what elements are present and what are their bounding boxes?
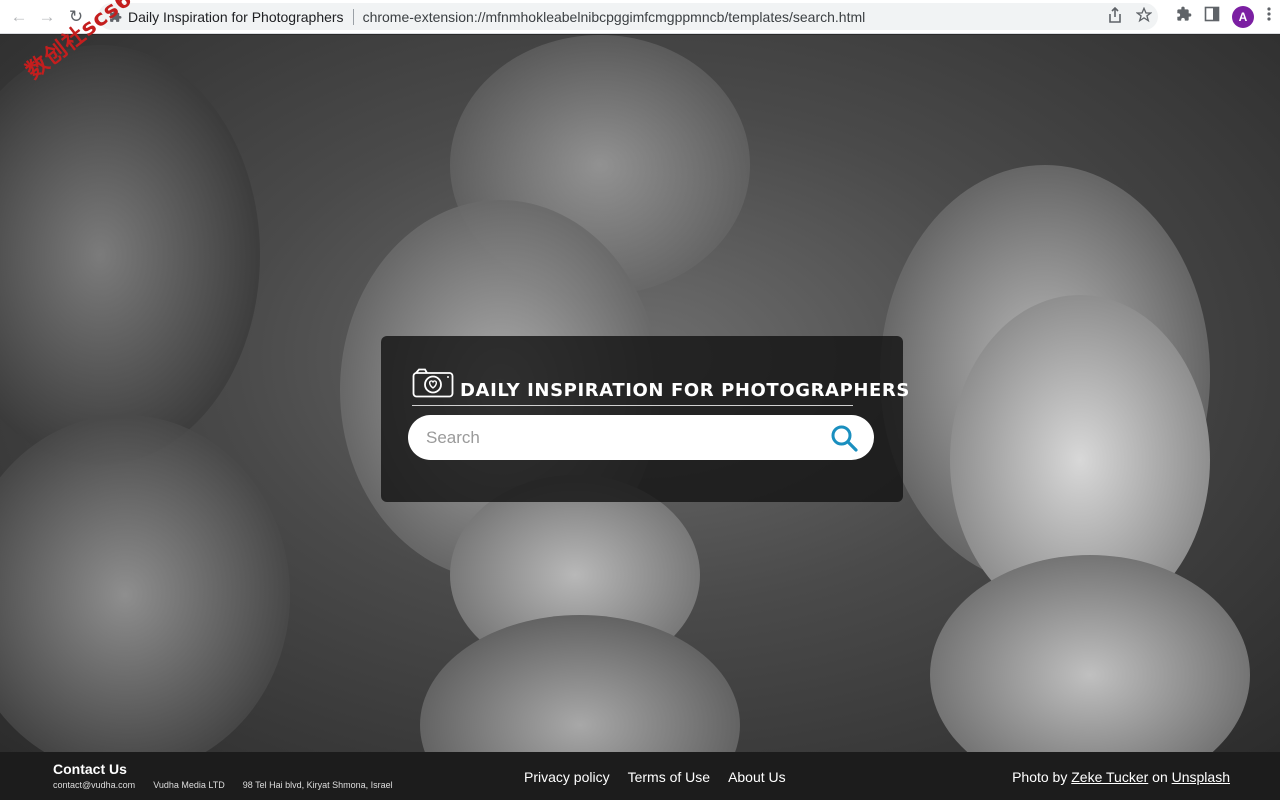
credit-on: on (1152, 769, 1168, 785)
more-menu-icon[interactable] (1266, 6, 1272, 27)
contact-title: Contact Us (53, 761, 127, 777)
search-icon[interactable] (830, 424, 858, 452)
statue-right-body (930, 555, 1250, 752)
url-text[interactable]: chrome-extension://mfnmhokleabelnibcpggi… (363, 9, 866, 25)
forward-arrow-icon[interactable]: → (33, 3, 61, 31)
search-input[interactable] (426, 423, 806, 452)
page-title-chip: Daily Inspiration for Photographers (128, 8, 344, 25)
contact-email[interactable]: contact@vudha.com (53, 780, 135, 790)
photographer-link[interactable]: Zeke Tucker (1071, 769, 1148, 785)
statue-center-body (420, 615, 740, 752)
photo-credit: Photo by Zeke Tucker on Unsplash (1012, 769, 1230, 785)
profile-avatar[interactable]: A (1232, 5, 1254, 28)
privacy-policy-link[interactable]: Privacy policy (524, 769, 610, 785)
share-icon[interactable] (1108, 6, 1122, 26)
back-arrow-icon[interactable]: ← (5, 3, 33, 31)
contact-details: contact@vudha.com Vudha Media LTD 98 Tel… (53, 780, 393, 790)
about-us-link[interactable]: About Us (728, 769, 786, 785)
statue-left-body (0, 415, 290, 752)
browser-toolbar: ← → ↻ Daily Inspiration for Photographer… (0, 0, 1280, 34)
company-address: 98 Tel Hai blvd, Kiryat Shmona, Israel (242, 780, 393, 790)
statue-left-blur (0, 45, 260, 465)
credit-prefix: Photo by (1012, 769, 1068, 785)
search-box[interactable] (408, 415, 874, 460)
side-panel-icon[interactable] (1204, 6, 1220, 27)
brand-underline (412, 405, 853, 406)
footer: Contact Us contact@vudha.com Vudha Media… (0, 752, 1280, 800)
company-name: Vudha Media LTD (153, 780, 225, 790)
search-panel: DAILY INSPIRATION FOR PHOTOGRAPHERS (381, 336, 909, 502)
camera-heart-logo-icon (412, 368, 454, 398)
unsplash-link[interactable]: Unsplash (1172, 769, 1230, 785)
address-separator (352, 8, 354, 25)
extensions-icon[interactable] (1176, 6, 1192, 27)
brand-title: DAILY INSPIRATION FOR PHOTOGRAPHERS (460, 380, 910, 401)
footer-links: Privacy policy Terms of Use About Us (524, 769, 786, 785)
address-bar[interactable]: Daily Inspiration for Photographers chro… (98, 3, 1158, 30)
bookmark-star-icon[interactable] (1135, 6, 1153, 26)
terms-of-use-link[interactable]: Terms of Use (628, 769, 710, 785)
